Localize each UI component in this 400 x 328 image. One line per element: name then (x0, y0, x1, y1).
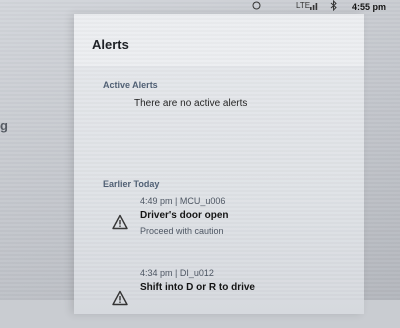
no-active-alerts-message: There are no active alerts (134, 98, 248, 109)
panel-header: Alerts (74, 14, 364, 66)
status-time: 4:55 pm (351, 2, 386, 12)
alert-timestamp-source: 4:49 pm | MCU_u006 (140, 196, 226, 206)
alert-item[interactable]: 4:34 pm | DI_u012 Shift into D or R to d… (104, 268, 334, 328)
bluetooth-icon (330, 0, 338, 13)
circle-icon (252, 1, 261, 12)
status-bar: LTE 4:55 pm (230, 0, 400, 14)
alerts-panel: Alerts Active Alerts There are no active… (74, 14, 364, 314)
warning-icon (112, 214, 128, 230)
warning-icon (112, 290, 128, 306)
alert-timestamp-source: 4:34 pm | DI_u012 (140, 268, 214, 278)
signal-icon (310, 0, 320, 12)
background-partial-text: g (0, 118, 8, 133)
network-label: LTE (296, 1, 311, 10)
page-title: Alerts (92, 37, 129, 52)
active-alerts-label: Active Alerts (103, 80, 158, 90)
alert-subtitle: Proceed with caution (140, 226, 224, 236)
alert-item[interactable]: 4:49 pm | MCU_u006 Driver's door open Pr… (104, 196, 334, 256)
earlier-today-label: Earlier Today (103, 179, 160, 189)
alert-title: Shift into D or R to drive (140, 282, 255, 293)
alert-title: Driver's door open (140, 210, 229, 221)
